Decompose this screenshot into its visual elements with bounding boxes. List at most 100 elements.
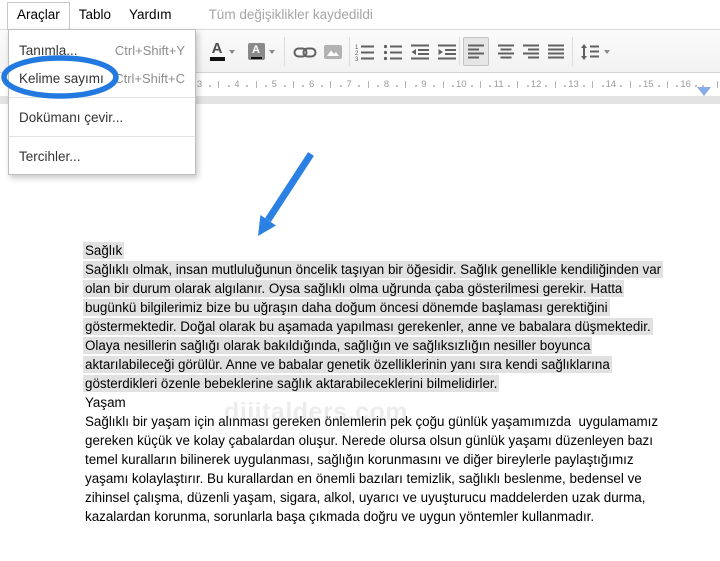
chevron-down-icon: [268, 49, 275, 54]
text-line[interactable]: yaşamı kolaylaştırır. Bu kurallardan en …: [85, 469, 661, 488]
decrease-indent-icon: [411, 44, 429, 59]
ruler-number: 15: [643, 79, 654, 90]
menu-item-dokümanı-çevir[interactable]: Dokümanı çevir...: [9, 103, 195, 131]
ruler-tick: [255, 81, 257, 88]
bulleted-list-button[interactable]: [381, 37, 405, 66]
decrease-indent-button[interactable]: [408, 37, 432, 66]
ruler-tick: [339, 85, 342, 87]
text-line[interactable]: Sağlık: [83, 241, 661, 260]
ruler-tick: [302, 85, 305, 87]
ruler-tick: [564, 85, 567, 87]
text-line[interactable]: Yaşam: [85, 393, 661, 412]
menu-item-tanımla[interactable]: Tanımla... Ctrl+Shift+Y: [9, 36, 195, 64]
justify-icon: [548, 44, 564, 58]
ruler-tick: [480, 81, 481, 88]
ruler-number: 6: [309, 79, 315, 90]
chevron-down-icon: [604, 49, 610, 54]
highlight-color-icon: A: [247, 43, 265, 60]
text-line[interactable]: Sağlıklı olmak, insan mutluluğunun öncel…: [83, 260, 664, 279]
selected-text: aktarılabileceği görülür. Anne ve babala…: [83, 356, 612, 373]
ruler-tick: [601, 85, 604, 87]
text-color-icon: A: [211, 40, 223, 57]
insert-image-button[interactable]: [320, 37, 346, 66]
numbered-list-button[interactable]: 123: [353, 37, 377, 66]
ruler-tick: [517, 81, 519, 88]
menubar-item-yardım[interactable]: Yardım: [120, 0, 181, 29]
ruler-number: 9: [421, 79, 427, 90]
ruler-tick: [638, 85, 641, 87]
text-line[interactable]: zihinsel çalışma, düzenli yaşam, sigara,…: [85, 488, 661, 507]
justify-button[interactable]: [544, 37, 568, 66]
insert-link-button[interactable]: [290, 37, 320, 66]
ruler-tick: [433, 85, 436, 87]
ruler-tick: [676, 85, 679, 87]
text-line[interactable]: göstermektedir. Doğal olarak bu aşamada …: [83, 317, 661, 336]
ruler-tick: [293, 81, 294, 88]
arrow-annotation-head: [258, 215, 276, 236]
selected-text: bugünkü bilgilerimiz bize bu uğraşın dah…: [83, 299, 610, 316]
arrow-annotation-shaft: [265, 152, 314, 222]
ruler-tick: [470, 85, 473, 87]
ruler-tick: [582, 85, 585, 87]
text-line[interactable]: bugünkü bilgilerimiz bize bu uğraşın dah…: [83, 298, 661, 317]
text: zihinsel çalışma, düzenli yaşam, sigara,…: [85, 490, 646, 505]
text-color-button[interactable]: A: [205, 37, 239, 66]
ruler-number: 14: [605, 79, 617, 90]
ruler-tick: [414, 85, 417, 87]
text-line[interactable]: temel kuralların bilinerek uygulanması, …: [85, 450, 661, 469]
text-line[interactable]: gösterdikleri özenle bebeklerine sağlık …: [83, 374, 661, 393]
align-right-button[interactable]: [519, 37, 543, 66]
selected-text: Sağlıklı olmak, insan mutluluğunun öncel…: [83, 261, 664, 278]
bulleted-list-icon: [383, 44, 402, 60]
google-docs-window: Araçlar Tablo Yardım Tüm değişiklikler kay…: [0, 0, 720, 561]
text-line[interactable]: Olaya nesillerin sağlığı olarak bakıldığ…: [83, 336, 661, 355]
text-line[interactable]: aktarılabileceği görülür. Anne ve babala…: [83, 355, 661, 374]
text-line[interactable]: gereken küçük ve kolay çabalardan oluşur…: [85, 431, 661, 450]
save-status: Tüm değişiklikler kaydedildi: [208, 7, 373, 22]
highlight-color-button[interactable]: A: [245, 37, 277, 66]
increase-indent-icon: [438, 44, 456, 59]
menu-item-label: Tanımla...: [19, 42, 78, 58]
ruler-number: 12: [530, 79, 542, 90]
ruler-tick: [283, 85, 286, 87]
menubar-item-tablo[interactable]: Tablo: [70, 0, 120, 29]
ruler-tick: [442, 81, 444, 88]
text-line[interactable]: kazalardan korunma, sorunlarla başa çıkm…: [85, 507, 661, 526]
text-line[interactable]: olan bir durum olarak algılanır. Oysa sa…: [83, 279, 661, 298]
align-center-button[interactable]: [494, 37, 518, 66]
menu-item-label: Dokümanı çevir...: [19, 109, 124, 125]
ruler-tick: [716, 81, 718, 88]
menu-item-label: Tercihler...: [19, 148, 81, 164]
ruler-tick: [330, 81, 332, 88]
ruler-tick: [592, 81, 594, 88]
text: Sağlıklı bir yaşam için alınması gereken…: [85, 414, 659, 429]
ruler-tick: [451, 85, 454, 87]
tools-menu: Tanımla... Ctrl+Shift+Y Kelime sayımı Ctrl+…: [8, 29, 196, 175]
document-text[interactable]: Sağlık Sağlıklı olmak, insan mutluluğunun…: [83, 241, 664, 526]
increase-indent-button[interactable]: [435, 37, 459, 66]
line-spacing-button[interactable]: [578, 37, 612, 66]
text-line[interactable]: Sağlıklı bir yaşam için alınması gereken…: [85, 412, 661, 431]
menu-item-kelime-sayımı[interactable]: Kelime sayımı Ctrl+Shift+C: [9, 64, 195, 92]
ruler-tick: [264, 85, 267, 87]
numbered-list-icon: 123: [355, 45, 374, 61]
align-right-icon: [523, 44, 539, 58]
ruler-tick: [554, 81, 556, 88]
align-left-button[interactable]: [463, 37, 489, 66]
image-icon: [324, 44, 342, 59]
ruler-tick: [545, 85, 548, 87]
ruler-number: 10: [456, 79, 467, 90]
ruler-number: 8: [383, 79, 390, 90]
align-left-icon: [468, 44, 484, 58]
line-spacing-icon: [581, 43, 599, 60]
menu-item-tercihler[interactable]: Tercihler...: [9, 142, 195, 170]
menubar-item-araçlar[interactable]: Araçlar: [7, 2, 70, 30]
ruler-number: 11: [493, 79, 504, 90]
svg-text:3: 3: [355, 57, 359, 61]
menubar: Araçlar Tablo Yardım Tüm değişiklikler kay…: [0, 0, 720, 30]
right-indent-marker[interactable]: [697, 87, 711, 96]
ruler-tick: [629, 81, 631, 88]
menu-item-shortcut: Ctrl+Shift+Y: [114, 42, 185, 58]
ruler-number: 16: [680, 79, 691, 90]
text: gereken küçük ve kolay çabalardan oluşur…: [85, 433, 653, 448]
